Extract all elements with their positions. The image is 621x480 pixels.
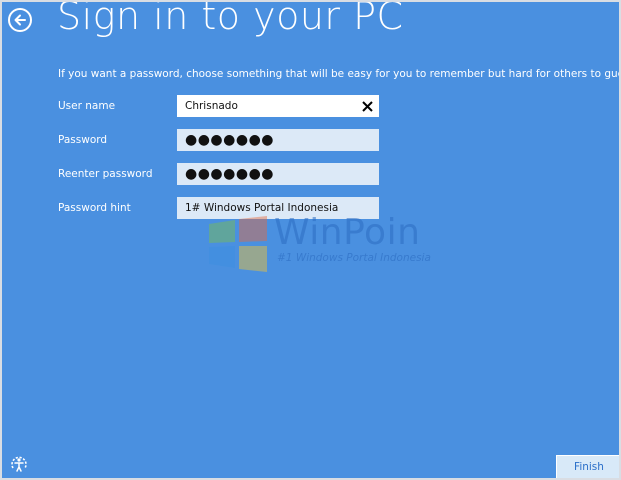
password-label: Password [58,134,108,146]
oobe-screen: Sign in to your PC If you want a passwor… [2,2,619,478]
reenter-password-value: ●●●●●●● [185,166,275,182]
reenter-password-field[interactable]: ●●●●●●● [177,163,379,185]
back-button[interactable] [8,8,32,32]
password-field[interactable]: ●●●●●●● [177,129,379,151]
username-label: User name [58,100,116,112]
password-value: ●●●●●●● [185,132,275,148]
password-row: Password [58,129,177,151]
ease-of-access-icon[interactable] [10,455,28,473]
password-hint-label: Password hint [58,202,131,214]
username-value: Chrisnado [185,100,238,112]
windows-logo-watermark [209,216,267,272]
reenter-password-label: Reenter password [58,168,153,180]
watermark-tagline: #1 Windows Portal Indonesia [277,252,431,264]
clear-username-button[interactable] [359,98,375,114]
watermark-brand: WinPoin [274,212,421,253]
page-title: Sign in to your PC [57,2,404,38]
username-row: User name [58,95,177,117]
username-field[interactable]: Chrisnado [177,95,379,117]
instructions-text: If you want a password, choose something… [58,68,619,80]
password-hint-row: Password hint [58,197,177,219]
reenter-password-row: Reenter password [58,163,177,185]
close-icon [361,100,373,112]
finish-button[interactable]: Finish [556,455,619,478]
arrow-left-circle-icon [14,14,26,26]
